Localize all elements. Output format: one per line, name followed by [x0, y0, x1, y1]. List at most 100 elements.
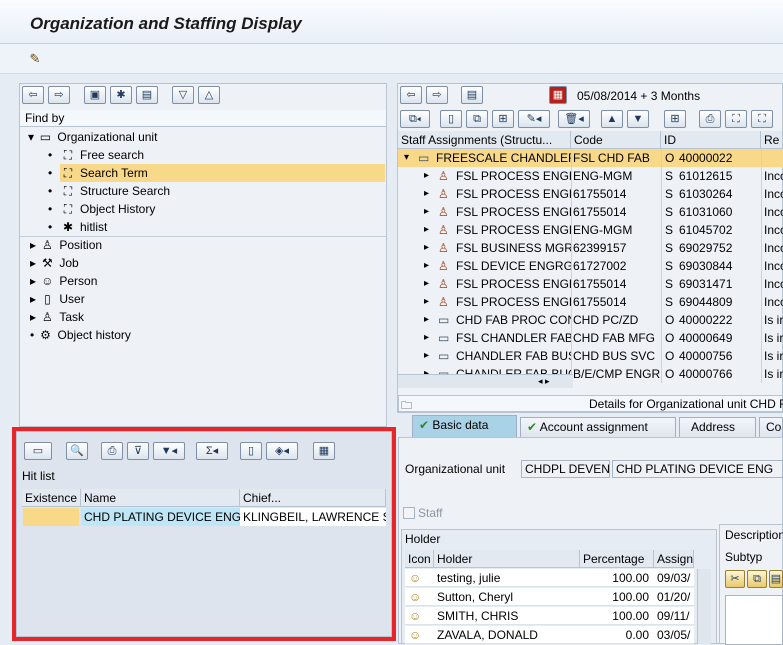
collapsed-arrow-icon[interactable]: ▸ — [424, 347, 429, 365]
tree-item-free-search[interactable]: ⛶ Free search — [60, 146, 144, 164]
column-holder[interactable]: Holder — [434, 550, 580, 568]
hierarchy-icon[interactable]: ⊞ — [492, 110, 514, 128]
column-percentage[interactable]: Percentage — [580, 550, 654, 568]
holder-row[interactable]: ☺ SMITH, CHRIS 100.00 09/11/ — [405, 607, 694, 625]
tree-item-search-term[interactable]: ⛶ Search Term — [60, 164, 385, 182]
new-document-icon[interactable]: ▯ — [440, 110, 462, 128]
staff-checkbox[interactable] — [403, 507, 415, 519]
tab-label: Cost — [766, 420, 782, 434]
staff-relationship-cell: Is ir — [764, 331, 783, 345]
collapsed-arrow-icon[interactable]: ▸ — [424, 311, 429, 329]
collapsed-arrow-icon[interactable]: ▸ — [424, 167, 429, 185]
collapsed-arrow-icon[interactable]: ▸ — [424, 185, 429, 203]
find-next-icon[interactable]: ⛶ — [751, 110, 773, 128]
column-relationship[interactable]: Re — [761, 131, 783, 149]
expanded-arrow-icon[interactable]: ▾ — [404, 149, 409, 167]
staff-row[interactable]: ▸ ♙ FSL DEVICE ENGRG I 61727002 S 69030844 Inc… — [398, 257, 783, 275]
collapsed-arrow-icon[interactable]: ▸ — [424, 329, 429, 347]
tab-account-assignment[interactable]: ✔ Account assignment — [520, 417, 676, 437]
key-date[interactable]: 05/08/2014 + 3 Months — [577, 89, 700, 103]
collapsed-arrow-icon[interactable]: ▸ — [424, 257, 429, 275]
column-staff-assignments[interactable]: Staff Assignments (Structu... — [398, 131, 571, 149]
find-icon[interactable]: ⛶ — [725, 110, 747, 128]
move-down-icon[interactable]: ▼ — [627, 110, 649, 128]
expanded-arrow-icon[interactable]: ▾ — [28, 130, 34, 144]
tab-address[interactable]: Address — [679, 417, 756, 437]
forward-arrow-icon[interactable]: ⇨ — [48, 86, 70, 104]
copy-icon[interactable]: ⧉ — [747, 570, 767, 588]
expand-all-icon[interactable]: ▽ — [172, 86, 194, 104]
org-unit-long-field[interactable]: CHD PLATING DEVICE ENG — [612, 460, 783, 478]
tree-node-org-unit[interactable]: ▾ ▭ Organizational unit — [28, 128, 157, 146]
holder-row[interactable]: ☺ testing, julie 100.00 09/03/ — [405, 569, 694, 587]
staff-row[interactable]: ▸ ♙ FSL PROCESS ENGRG61755014 S 69044809 Inco — [398, 293, 783, 311]
column-id[interactable]: ID — [661, 131, 761, 149]
print-icon[interactable]: ⎙ — [699, 110, 721, 128]
settings-pencil-icon[interactable]: ✎ — [26, 50, 44, 68]
collapsed-arrow-icon[interactable]: ▸ — [30, 256, 36, 270]
staff-row[interactable]: ▸ ♙ FSL PROCESS ENGRG61755014 S 69031471 Inco — [398, 275, 783, 293]
collapsed-arrow-icon[interactable]: ▸ — [30, 292, 36, 306]
hitlist-node-icon[interactable]: ✱ — [110, 86, 132, 104]
tree-node-task[interactable]: ▸ ♙ Task — [30, 308, 84, 326]
tree-item-object-history[interactable]: ⛶ Object History — [60, 200, 156, 218]
staff-id-cell: 69031471 — [679, 277, 733, 291]
collapsed-arrow-icon[interactable]: ▸ — [424, 203, 429, 221]
staff-row[interactable]: ▸ ♙ FSL PROCESS ENGRGENG-MGM S 61045702 Inco — [398, 221, 783, 239]
staff-type-cell: S — [665, 259, 674, 273]
back-arrow-icon[interactable]: ⇦ — [22, 86, 44, 104]
column-code[interactable]: Code — [571, 131, 661, 149]
column-icon[interactable]: Icon — [405, 550, 434, 568]
staff-row[interactable]: ▸ ♙ FSL PROCESS ENGRGENG-MGM S 61012615 Inco — [398, 167, 783, 185]
tab-cost[interactable]: Cost — [759, 417, 783, 437]
staff-row[interactable]: ▸ ▭ FSL CHANDLER FAB CHD FAB MFG O 40000649 Is… — [398, 329, 783, 347]
date-value: 05/08/2014 — [577, 89, 638, 103]
forward-arrow-icon[interactable]: ⇨ — [426, 86, 448, 104]
change-dropdown-icon[interactable]: ✎◂ — [518, 110, 550, 128]
org-unit-short-field[interactable]: CHDPL DEVEN... — [521, 460, 610, 478]
collapsed-arrow-icon[interactable]: ▸ — [424, 293, 429, 311]
collapsed-arrow-icon[interactable]: ▸ — [30, 274, 36, 288]
staff-row[interactable]: ▸ ♙ FSL BUSINESS MGR I 62399157 S 69029752 Inc… — [398, 239, 783, 257]
tree-node-job[interactable]: ▸ ⚒ Job — [30, 254, 79, 272]
collapsed-arrow-icon[interactable]: ▸ — [424, 221, 429, 239]
structure-icon[interactable]: ⊞ — [664, 110, 686, 128]
horizontal-scrollbar[interactable]: ◂ ▸ — [398, 374, 573, 388]
holder-row[interactable]: ☺ Sutton, Cheryl 100.00 01/20/ — [405, 588, 694, 606]
staff-row[interactable]: ▸ ▭ CHD FAB PROC CONT CHD PC/ZD O 40000222 Is … — [398, 311, 783, 329]
collapse-node-icon[interactable]: ▤ — [136, 86, 158, 104]
back-arrow-icon[interactable]: ⇦ — [400, 86, 422, 104]
scroll-arrows-icon[interactable]: ◂ ▸ — [538, 375, 550, 388]
tree-node-position[interactable]: ▸ ♙ Position — [30, 236, 102, 254]
tab-basic-data[interactable]: ✔ Basic data — [412, 415, 517, 437]
collapsed-arrow-icon[interactable]: ▸ — [424, 239, 429, 257]
move-up-icon[interactable]: ▲ — [601, 110, 623, 128]
tree-item-structure-search[interactable]: ⛶ Structure Search — [60, 182, 170, 200]
tree-node-person[interactable]: ▸ ☺ Person — [30, 272, 97, 290]
tree-node-user[interactable]: ▸ ▯ User — [30, 290, 85, 308]
delete-dropdown-icon[interactable]: 🗑◂ — [558, 110, 590, 128]
tree-item-hitlist[interactable]: ✱ hitlist — [60, 218, 107, 236]
collapsed-arrow-icon[interactable]: ▸ — [30, 310, 36, 324]
collapse-all-icon[interactable]: △ — [198, 86, 220, 104]
cut-icon[interactable]: ✂ — [725, 570, 745, 588]
description-text-area[interactable] — [725, 595, 783, 645]
calendar-icon[interactable]: ▦ — [549, 86, 567, 104]
collapsed-arrow-icon[interactable]: ▸ — [424, 275, 429, 293]
staff-row[interactable]: ▾ ▭ FREESCALE CHANDLER FFSL CHD FAB O 400000… — [398, 149, 783, 167]
staff-row[interactable]: ▸ ♙ FSL PROCESS ENGRG61755014 S 61031060 Inco — [398, 203, 783, 221]
list-icon[interactable]: ▤ — [461, 86, 483, 104]
holder-row[interactable]: ☺ ZAVALA, DONALD 0.00 03/05/ — [405, 626, 694, 644]
column-assign[interactable]: Assign — [654, 550, 694, 568]
tree-node-object-history[interactable]: • ⚙ Object history — [30, 326, 131, 344]
create-icon[interactable]: ⧉◂ — [400, 110, 430, 128]
holder-scrollbar[interactable] — [697, 569, 711, 644]
expand-node-icon[interactable]: ▣ — [84, 86, 106, 104]
paste-icon[interactable]: ▤ — [769, 570, 783, 588]
collapsed-arrow-icon[interactable]: ▸ — [30, 238, 36, 252]
copy-icon[interactable]: ⧉ — [466, 110, 488, 128]
staff-row[interactable]: ▸ ▭ CHANDLER FAB BUSI CHD BUS SVC O 40000756 I… — [398, 347, 783, 365]
tree-label: Free search — [80, 148, 145, 162]
staff-row[interactable]: ▸ ♙ FSL PROCESS ENGRG61755014 S 61030264 Inco — [398, 185, 783, 203]
description-title: Description — [725, 528, 783, 542]
